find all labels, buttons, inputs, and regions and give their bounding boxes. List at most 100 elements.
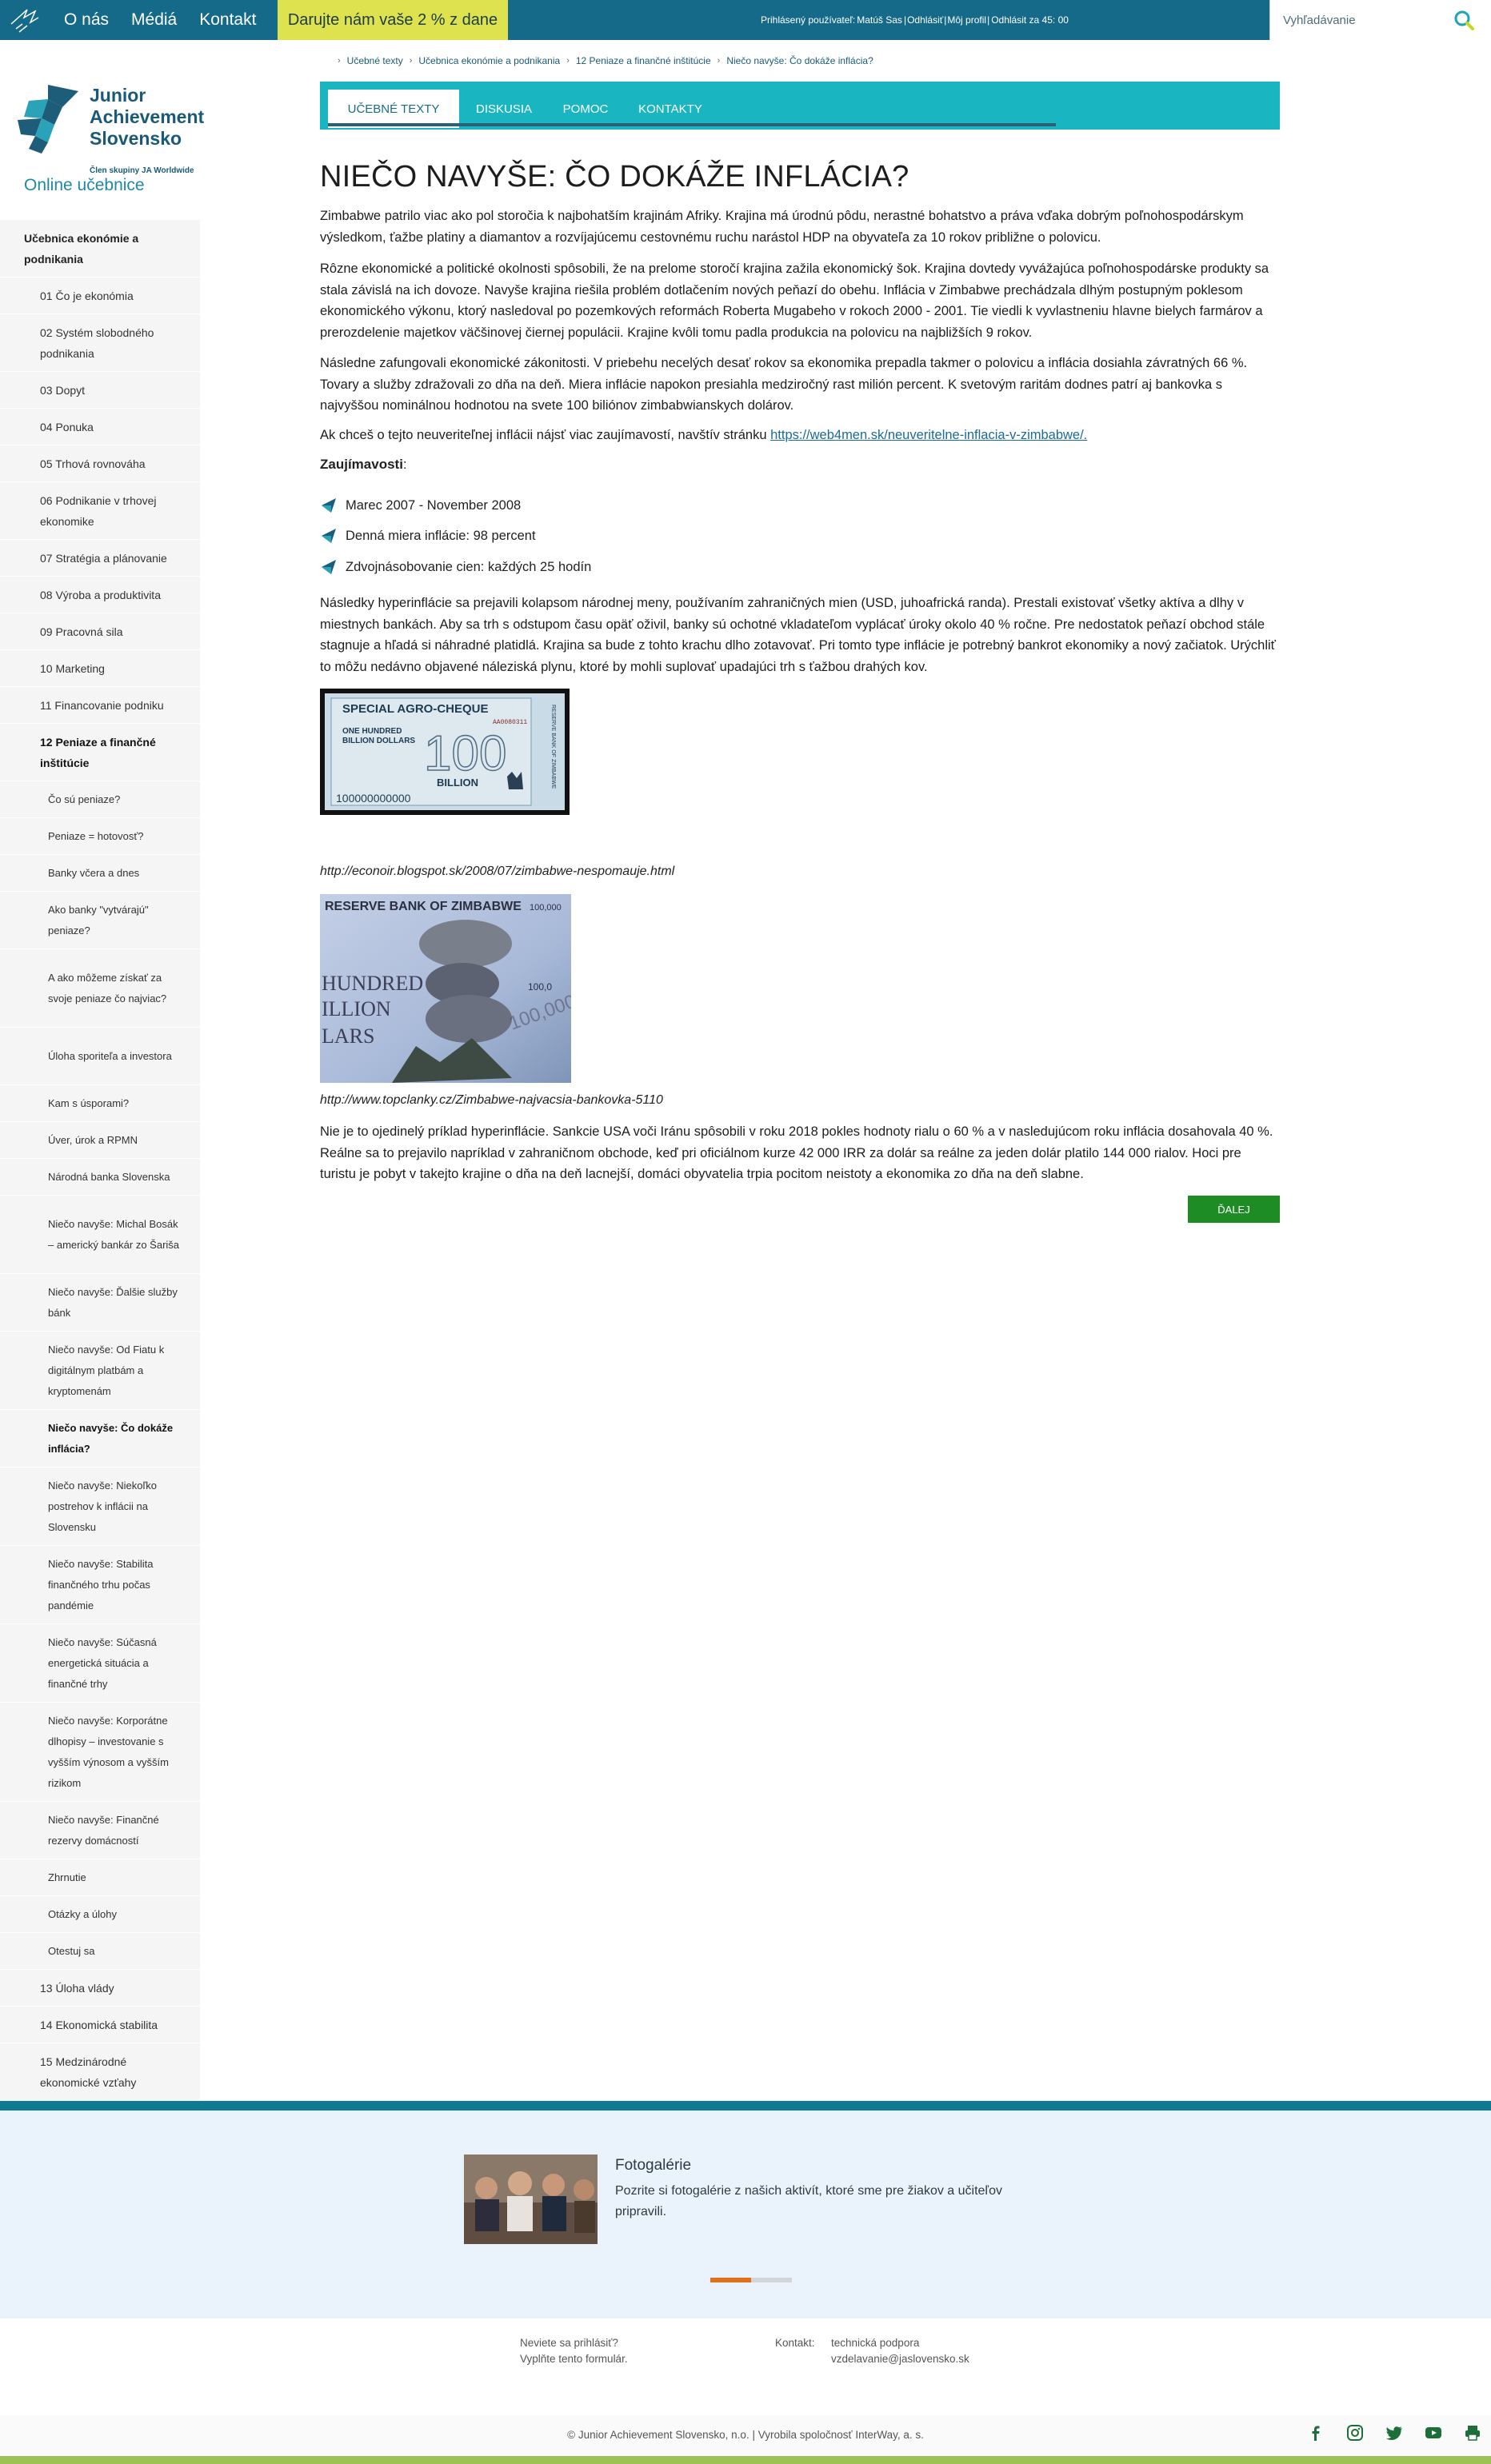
facebook-icon[interactable] [1306, 2423, 1325, 2442]
print-icon[interactable] [1463, 2423, 1482, 2442]
donate-button[interactable]: Darujte nám vaše 2 % z dane [278, 0, 508, 40]
contact-info: technická podpora vzdelavanie@jaslovensk… [831, 2335, 969, 2367]
fact-text: Marec 2007 - November 2008 [346, 497, 522, 513]
fact-item: Denná miera inflácie: 98 percent [320, 525, 536, 546]
search-input[interactable] [1283, 13, 1443, 27]
sidebar-subitem[interactable]: Peniaze = hotovosť? [0, 818, 200, 855]
tab-diskusia[interactable]: DISKUSIA [459, 90, 549, 128]
facts-colon: : [402, 457, 407, 472]
breadcrumb-item[interactable]: Učebné texty [347, 55, 403, 66]
note-serial: 100000000000 [336, 792, 411, 805]
ja-logo-mark-icon[interactable] [0, 0, 50, 40]
sidebar-item[interactable]: 07 Stratégia a plánovanie [0, 540, 200, 577]
breadcrumb-item[interactable]: Učebnica ekonómie a podnikania [418, 55, 560, 66]
sidebar-subitem[interactable]: Niečo navyše: Finančné rezervy domácnost… [0, 1802, 200, 1859]
sidebar-item[interactable]: 03 Dopyt [0, 372, 200, 409]
gallery-slider-progress[interactable] [710, 2278, 792, 2282]
sidebar-subitem[interactable]: Čo sú peniaze? [0, 781, 200, 818]
instagram-icon[interactable] [1345, 2423, 1365, 2442]
sidebar-subitem[interactable]: Niečo navyše: Korporátne dlhopisy – inve… [0, 1703, 200, 1802]
top-bar: O nás Médiá Kontakt Darujte nám vaše 2 %… [0, 0, 1491, 40]
sidebar-item[interactable]: Učebnica ekonómie a podnikania [0, 220, 200, 278]
sidebar-subitem[interactable]: Úver, úrok a RPMN [0, 1122, 200, 1159]
article-paragraph: Rôzne ekonomické a politické okolnosti s… [320, 262, 1269, 340]
sidebar-subitem[interactable]: Otázky a úlohy [0, 1896, 200, 1933]
youtube-icon[interactable] [1424, 2423, 1443, 2442]
tab-kontakty[interactable]: KONTAKTY [622, 90, 718, 128]
tab-ucebne-texty[interactable]: UČEBNÉ TEXTY [328, 90, 459, 128]
breadcrumb-item[interactable]: 12 Peniaze a finančné inštitúcie [576, 55, 711, 66]
sidebar-item[interactable]: 02 Systém slobodného podnikania [0, 314, 200, 372]
login-form-link[interactable]: Vyplňte tento formulár. [520, 2353, 628, 2365]
profile-link[interactable]: Môj profil [947, 14, 986, 26]
sidebar-item[interactable]: 13 Úloha vlády [0, 1970, 200, 2007]
slider-fill [710, 2278, 751, 2282]
sidebar-item[interactable]: 10 Marketing [0, 650, 200, 687]
image-source-link[interactable]: http://www.topclanky.cz/Zimbabwe-najvacs… [320, 1093, 663, 1108]
sidebar-subitem[interactable]: Niečo navyše: Súčasná energetická situác… [0, 1624, 200, 1703]
sidebar-subitem[interactable]: Niečo navyše: Čo dokáže inflácia? [0, 1410, 200, 1468]
page-title: NIEČO NAVYŠE: ČO DOKÁŽE INFLÁCIA? [320, 160, 909, 194]
user-name[interactable]: Matúš Sas [857, 14, 902, 26]
sidebar-subitem[interactable]: Ako banky "vytvárajú" peniaze? [0, 892, 200, 949]
contact-support: technická podpora [831, 2337, 920, 2349]
twitter-icon[interactable] [1385, 2423, 1404, 2442]
sidebar-item[interactable]: 06 Podnikanie v trhovej ekonomike [0, 482, 200, 540]
note-value: 100,0 [528, 981, 552, 992]
sidebar-subitem[interactable]: Úloha sporiteľa a investora [0, 1028, 200, 1085]
search-icon[interactable] [1453, 9, 1475, 31]
sidebar-item[interactable]: 11 Financovanie podniku [0, 687, 200, 724]
sidebar-item[interactable]: 12 Peniaze a finančné inštitúcie [0, 724, 200, 781]
article-paragraph: Nie je to ojedinelý príklad hyperinfláci… [320, 1124, 1273, 1181]
sidebar-subitem[interactable]: Niečo navyše: Od Fiatu k digitálnym plat… [0, 1332, 200, 1410]
article-paragraph: Následky hyperinflácie sa prejavili kola… [320, 596, 1276, 674]
banknote-100-trillion-image: RESERVE BANK OF ZIMBABWE 100,000 HUNDRED… [320, 894, 571, 1083]
nav-o-nas[interactable]: O nás [64, 10, 109, 30]
logout-link[interactable]: Odhlásiť [907, 14, 943, 26]
fact-item: Marec 2007 - November 2008 [320, 495, 521, 516]
sidebar-subitem[interactable]: Niečo navyše: Michal Bosák – americký ba… [0, 1196, 200, 1274]
gallery-photo[interactable] [464, 2155, 598, 2244]
copyright-text: © Junior Achievement Slovensko, n.o. | V… [567, 2429, 924, 2441]
separator: | [987, 14, 990, 26]
tab-bar: UČEBNÉ TEXTY DISKUSIA POMOC KONTAKTY [320, 82, 1280, 130]
chevron-right-icon: › [717, 56, 721, 66]
image-source-link[interactable]: http://econoir.blogspot.sk/2008/07/zimba… [320, 865, 674, 879]
sidebar-menu: Učebnica ekonómie a podnikania 01 Čo je e… [0, 220, 200, 2138]
sidebar-subitem[interactable]: Národná banka Slovenska [0, 1159, 200, 1196]
chevron-right-icon: › [338, 56, 341, 66]
next-button[interactable]: ĎALEJ [1188, 1196, 1280, 1223]
separator: | [903, 14, 907, 26]
nav-kontakt[interactable]: Kontakt [199, 10, 256, 30]
sidebar-subitem[interactable]: Banky včera a dnes [0, 855, 200, 892]
gallery-title[interactable]: Fotogalérie [615, 2157, 691, 2174]
sidebar-item[interactable]: 14 Ekonomická stabilita [0, 2007, 200, 2043]
nav-media[interactable]: Médiá [131, 10, 177, 30]
triangle-bullet-icon [322, 498, 336, 513]
sidebar-subitem[interactable]: Otestuj sa [0, 1933, 200, 1970]
tab-pomoc[interactable]: POMOC [549, 90, 622, 128]
sidebar-subitem[interactable]: Niečo navyše: Ďalšie služby bánk [0, 1274, 200, 1332]
sidebar-subitem[interactable]: Zhrnutie [0, 1859, 200, 1896]
sidebar-item[interactable]: 01 Čo je ekonómia [0, 278, 200, 314]
sidebar-item[interactable]: 08 Výroba a produktivita [0, 577, 200, 613]
sidebar-subitem[interactable]: A ako môžeme získať za svoje peniaze čo … [0, 949, 200, 1028]
sidebar-item[interactable]: 09 Pracovná sila [0, 613, 200, 650]
bottom-accent-bar [0, 2456, 1491, 2464]
note-line: LARS [322, 1024, 374, 1048]
sidebar-subitem[interactable]: Niečo navyše: Stabilita finančného trhu … [0, 1546, 200, 1624]
sidebar-subitem[interactable]: Kam s úsporami? [0, 1085, 200, 1122]
contact-email-link[interactable]: vzdelavanie@jaslovensko.sk [831, 2353, 969, 2365]
article-paragraph: Zimbabwe patrilo viac ako pol storočia k… [320, 209, 1244, 245]
web4men-link[interactable]: https://web4men.sk/neuveritelne-inflacia… [770, 428, 1087, 442]
sidebar-item[interactable]: 05 Trhová rovnováha [0, 445, 200, 482]
sidebar-item[interactable]: 04 Ponuka [0, 409, 200, 445]
note-value: 100,000 [530, 903, 562, 913]
user-info: Prihlásený používateľ: Matúš Sas | Odhlá… [760, 0, 1069, 40]
sidebar-item[interactable]: 15 Medzinárodné ekonomické vzťahy [0, 2043, 200, 2101]
search-box [1269, 0, 1491, 40]
article-paragraph: Následne zafungovali ekonomické zákonito… [320, 356, 1248, 413]
sidebar-subitem[interactable]: Niečo navyše: Niekoľko postrehov k inflá… [0, 1468, 200, 1546]
footer-divider [0, 2101, 1491, 2111]
chevron-right-icon: › [566, 56, 570, 66]
